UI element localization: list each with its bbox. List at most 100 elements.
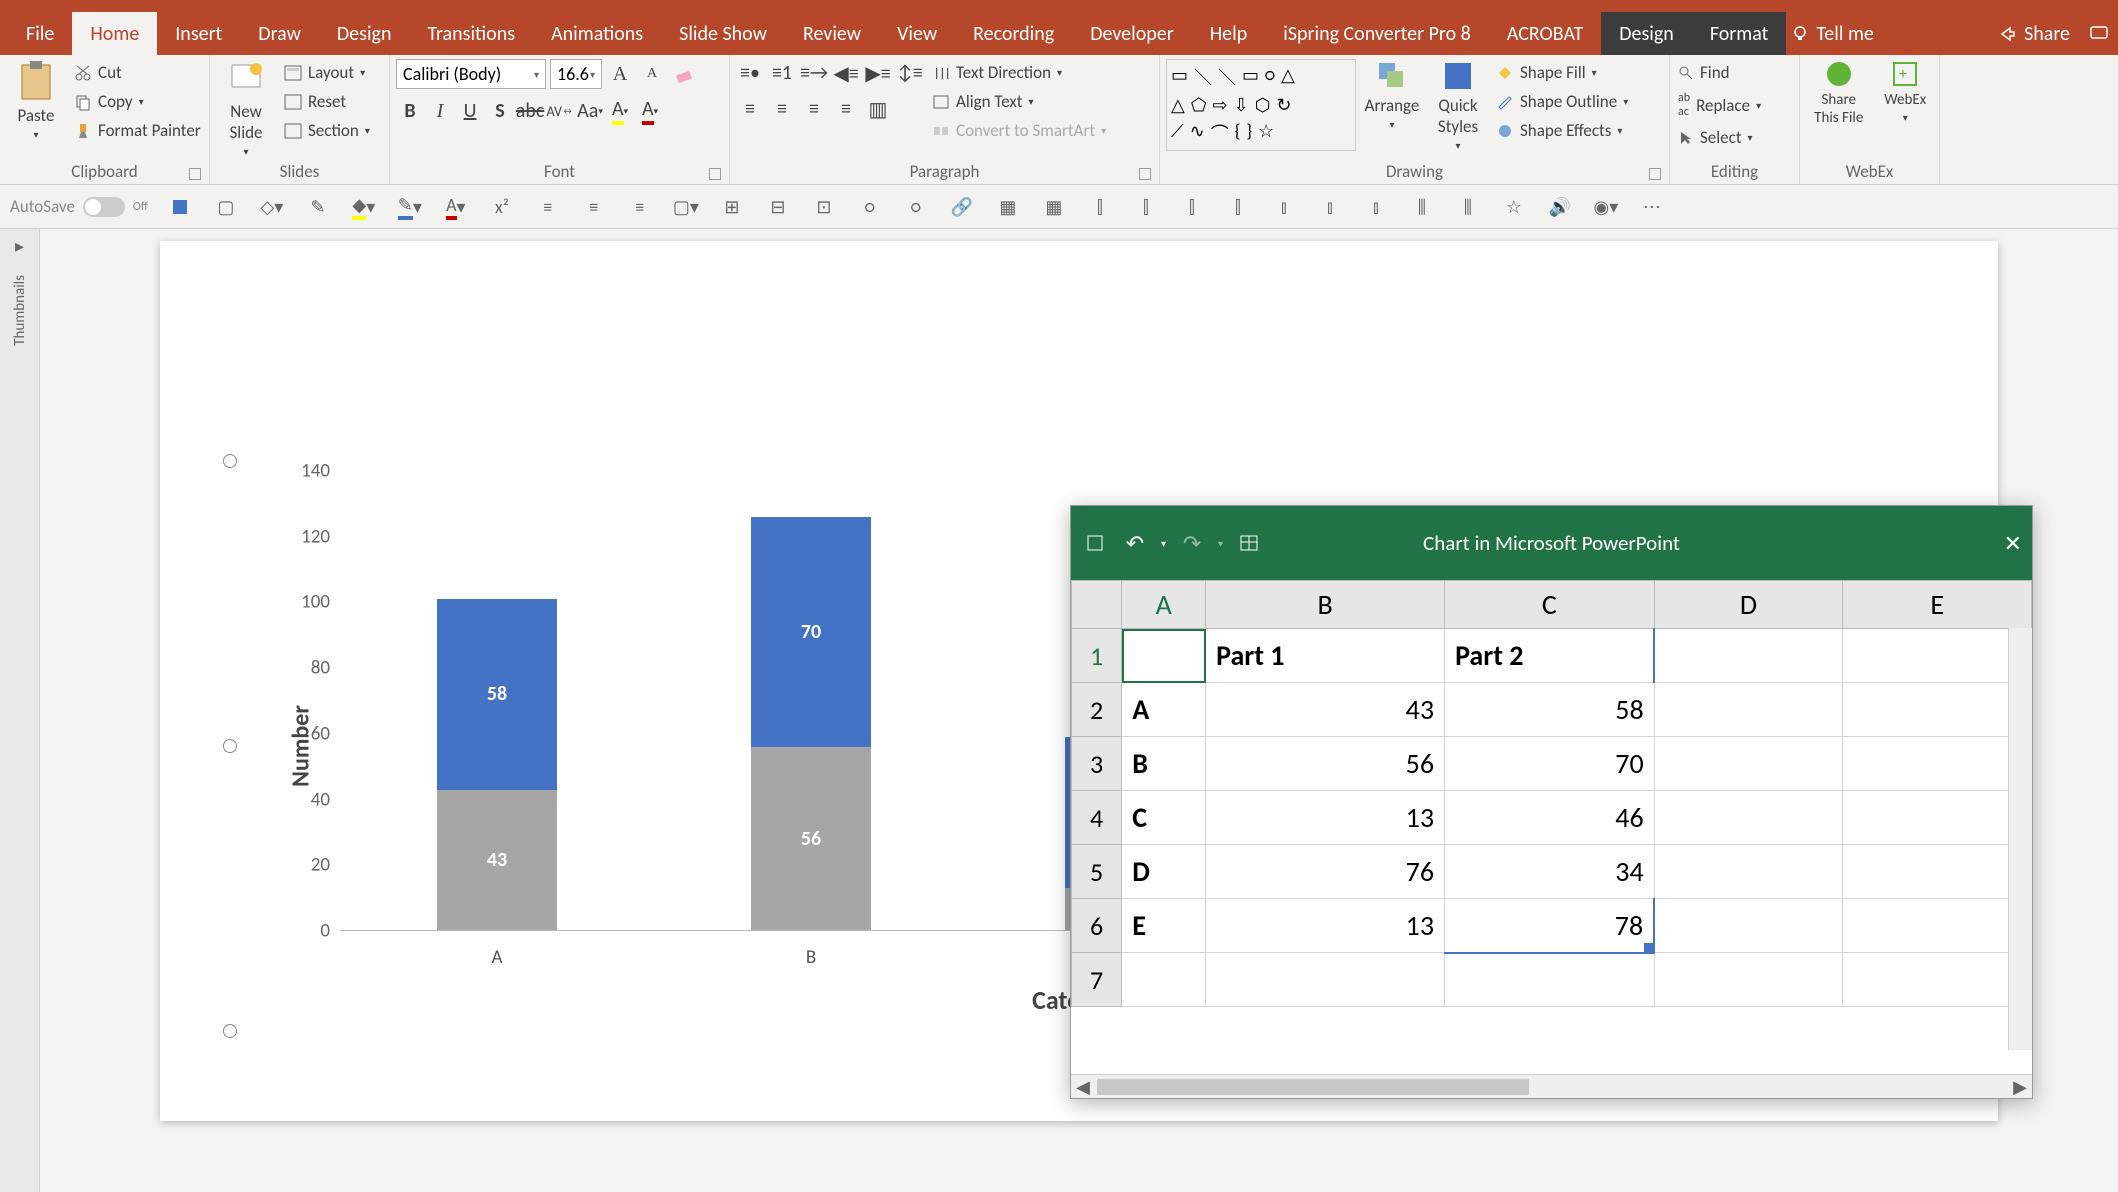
align-right-button[interactable]: ≡ <box>800 95 828 123</box>
cell-d3[interactable] <box>1654 737 1843 791</box>
tab-transitions[interactable]: Transitions <box>409 12 533 55</box>
cell-c4[interactable]: 46 <box>1445 791 1655 845</box>
justify-button[interactable]: ≡ <box>832 95 860 123</box>
quick-styles-button[interactable]: Quick Styles▾ <box>1428 59 1488 152</box>
qat-bring-front[interactable]: ▦ <box>1040 193 1068 221</box>
qat-dist-h[interactable]: ⫼ <box>1408 193 1436 221</box>
font-size-combo[interactable]: 16.6▾ <box>550 59 602 89</box>
clear-formatting-button[interactable] <box>670 60 698 88</box>
qat-star[interactable]: ☆ <box>1500 193 1528 221</box>
webex-button[interactable]: + WebEx▾ <box>1877 59 1933 124</box>
tab-animations[interactable]: Animations <box>533 12 661 55</box>
tab-acrobat[interactable]: ACROBAT <box>1489 12 1601 55</box>
cell-c5[interactable]: 34 <box>1445 845 1655 899</box>
clipboard-dialog-launcher[interactable] <box>189 168 201 180</box>
col-header-a[interactable]: A <box>1122 581 1206 629</box>
cell-a4[interactable]: C <box>1122 791 1206 845</box>
row-header-4[interactable]: 4 <box>1072 791 1122 845</box>
cell-c1[interactable]: Part 2 <box>1445 629 1655 683</box>
excel-close-button[interactable]: ✕ <box>2004 530 2022 557</box>
copy-button[interactable]: Copy ▾ <box>72 88 203 115</box>
cell-d1[interactable] <box>1654 629 1843 683</box>
replace-button[interactable]: abacReplace ▾ <box>1676 88 1763 122</box>
qat-align-middle[interactable]: ▢▾ <box>672 193 700 221</box>
tab-slideshow[interactable]: Slide Show <box>661 12 785 55</box>
numbering-button[interactable]: ≡1 <box>768 59 796 87</box>
text-direction-button[interactable]: |||AText Direction ▾ <box>930 59 1108 86</box>
qat-align-c[interactable]: ⫿ <box>1178 193 1206 221</box>
resize-handle-bl[interactable] <box>223 1024 237 1038</box>
cell-a6[interactable]: E <box>1122 899 1206 953</box>
cell-b3[interactable]: 56 <box>1206 737 1445 791</box>
cell-d7[interactable] <box>1654 953 1843 1007</box>
find-button[interactable]: Find <box>1676 59 1763 86</box>
qat-chain[interactable]: 🔗 <box>948 193 976 221</box>
excel-undo-button[interactable]: ↶ <box>1121 529 1149 557</box>
col-header-d[interactable]: D <box>1654 581 1843 629</box>
cell-e5[interactable] <box>1843 845 2032 899</box>
font-color-button[interactable]: A▾ <box>636 97 664 125</box>
qat-group[interactable]: ⊞ <box>718 193 746 221</box>
align-text-button[interactable]: Align Text ▾ <box>930 88 1108 115</box>
tab-developer[interactable]: Developer <box>1072 12 1192 55</box>
qat-circle[interactable]: ○ <box>902 193 930 221</box>
select-all-corner[interactable] <box>1072 581 1122 629</box>
qat-align-objects[interactable]: ⫿ <box>1086 193 1114 221</box>
autosave-toggle[interactable]: AutoSave Off <box>10 196 148 217</box>
drawing-dialog-launcher[interactable] <box>1649 168 1661 180</box>
col-header-c[interactable]: C <box>1445 581 1655 629</box>
col-header-b[interactable]: B <box>1206 581 1445 629</box>
cell-e3[interactable] <box>1843 737 2032 791</box>
qat-align-t[interactable]: ⫾ <box>1270 193 1298 221</box>
shape-effects-button[interactable]: Shape Effects ▾ <box>1494 117 1630 144</box>
qat-btn-3[interactable]: ◇▾ <box>258 193 286 221</box>
slide-canvas[interactable]: Number Category 0204060801001201405843A7… <box>40 229 2118 1192</box>
increase-indent-button[interactable]: ▶≡ <box>864 59 892 87</box>
cell-b5[interactable]: 76 <box>1206 845 1445 899</box>
cell-b6[interactable]: 13 <box>1206 899 1445 953</box>
tab-home[interactable]: Home <box>72 12 157 55</box>
shape-outline-button[interactable]: Shape Outline ▾ <box>1494 88 1630 115</box>
qat-dist-v[interactable]: ⫼ <box>1454 193 1482 221</box>
scroll-thumb[interactable] <box>1097 1079 1529 1095</box>
save-button[interactable] <box>166 193 194 221</box>
qat-btn-4[interactable]: ✎ <box>304 193 332 221</box>
excel-grid[interactable]: A B C D E 1 Part 1 Part 2 2A4358 <box>1071 580 2032 1074</box>
bold-button[interactable]: B <box>396 97 424 125</box>
qat-outline-button[interactable]: ✎▾ <box>396 193 424 221</box>
font-dialog-launcher[interactable] <box>709 168 721 180</box>
grow-font-button[interactable]: A <box>606 60 634 88</box>
cut-button[interactable]: Cut <box>72 59 203 86</box>
tab-ispring[interactable]: iSpring Converter Pro 8 <box>1265 12 1489 55</box>
cell-a3[interactable]: B <box>1122 737 1206 791</box>
excel-hscrollbar[interactable]: ◀ ▶ <box>1071 1074 2032 1098</box>
highlight-button[interactable]: A▾ <box>606 97 634 125</box>
select-button[interactable]: Select ▾ <box>1676 124 1763 151</box>
resize-handle-ml[interactable] <box>223 739 237 753</box>
columns-button[interactable]: ▥ <box>864 95 892 123</box>
italic-button[interactable]: I <box>426 97 454 125</box>
arrange-button[interactable]: Arrange▾ <box>1362 59 1422 131</box>
tab-recording[interactable]: Recording <box>955 12 1072 55</box>
tab-view[interactable]: View <box>879 12 955 55</box>
bar-B[interactable]: 7056 <box>751 517 871 931</box>
qat-audio[interactable]: 🔊 <box>1546 193 1574 221</box>
row-header-1[interactable]: 1 <box>1072 629 1122 683</box>
cell-e7[interactable] <box>1843 953 2032 1007</box>
qat-fontcolor-button[interactable]: A▾ <box>442 193 470 221</box>
format-painter-button[interactable]: Format Painter <box>72 117 203 144</box>
col-header-e[interactable]: E <box>1843 581 2032 629</box>
shadow-button[interactable]: S <box>486 97 514 125</box>
share-button[interactable]: Share <box>1998 22 2070 46</box>
bullets-button[interactable]: ≡• <box>736 59 764 87</box>
section-button[interactable]: Section ▾ <box>282 117 372 144</box>
tab-draw[interactable]: Draw <box>240 12 319 55</box>
cell-c7[interactable] <box>1445 953 1655 1007</box>
strikethrough-button[interactable]: abc <box>516 97 544 125</box>
cell-a2[interactable]: A <box>1122 683 1206 737</box>
excel-redo-button[interactable]: ↷ <box>1178 529 1206 557</box>
tab-help[interactable]: Help <box>1192 12 1266 55</box>
layout-button[interactable]: Layout ▾ <box>282 59 372 86</box>
cell-b2[interactable]: 43 <box>1206 683 1445 737</box>
tell-me-search[interactable]: Tell me <box>1790 22 1874 46</box>
